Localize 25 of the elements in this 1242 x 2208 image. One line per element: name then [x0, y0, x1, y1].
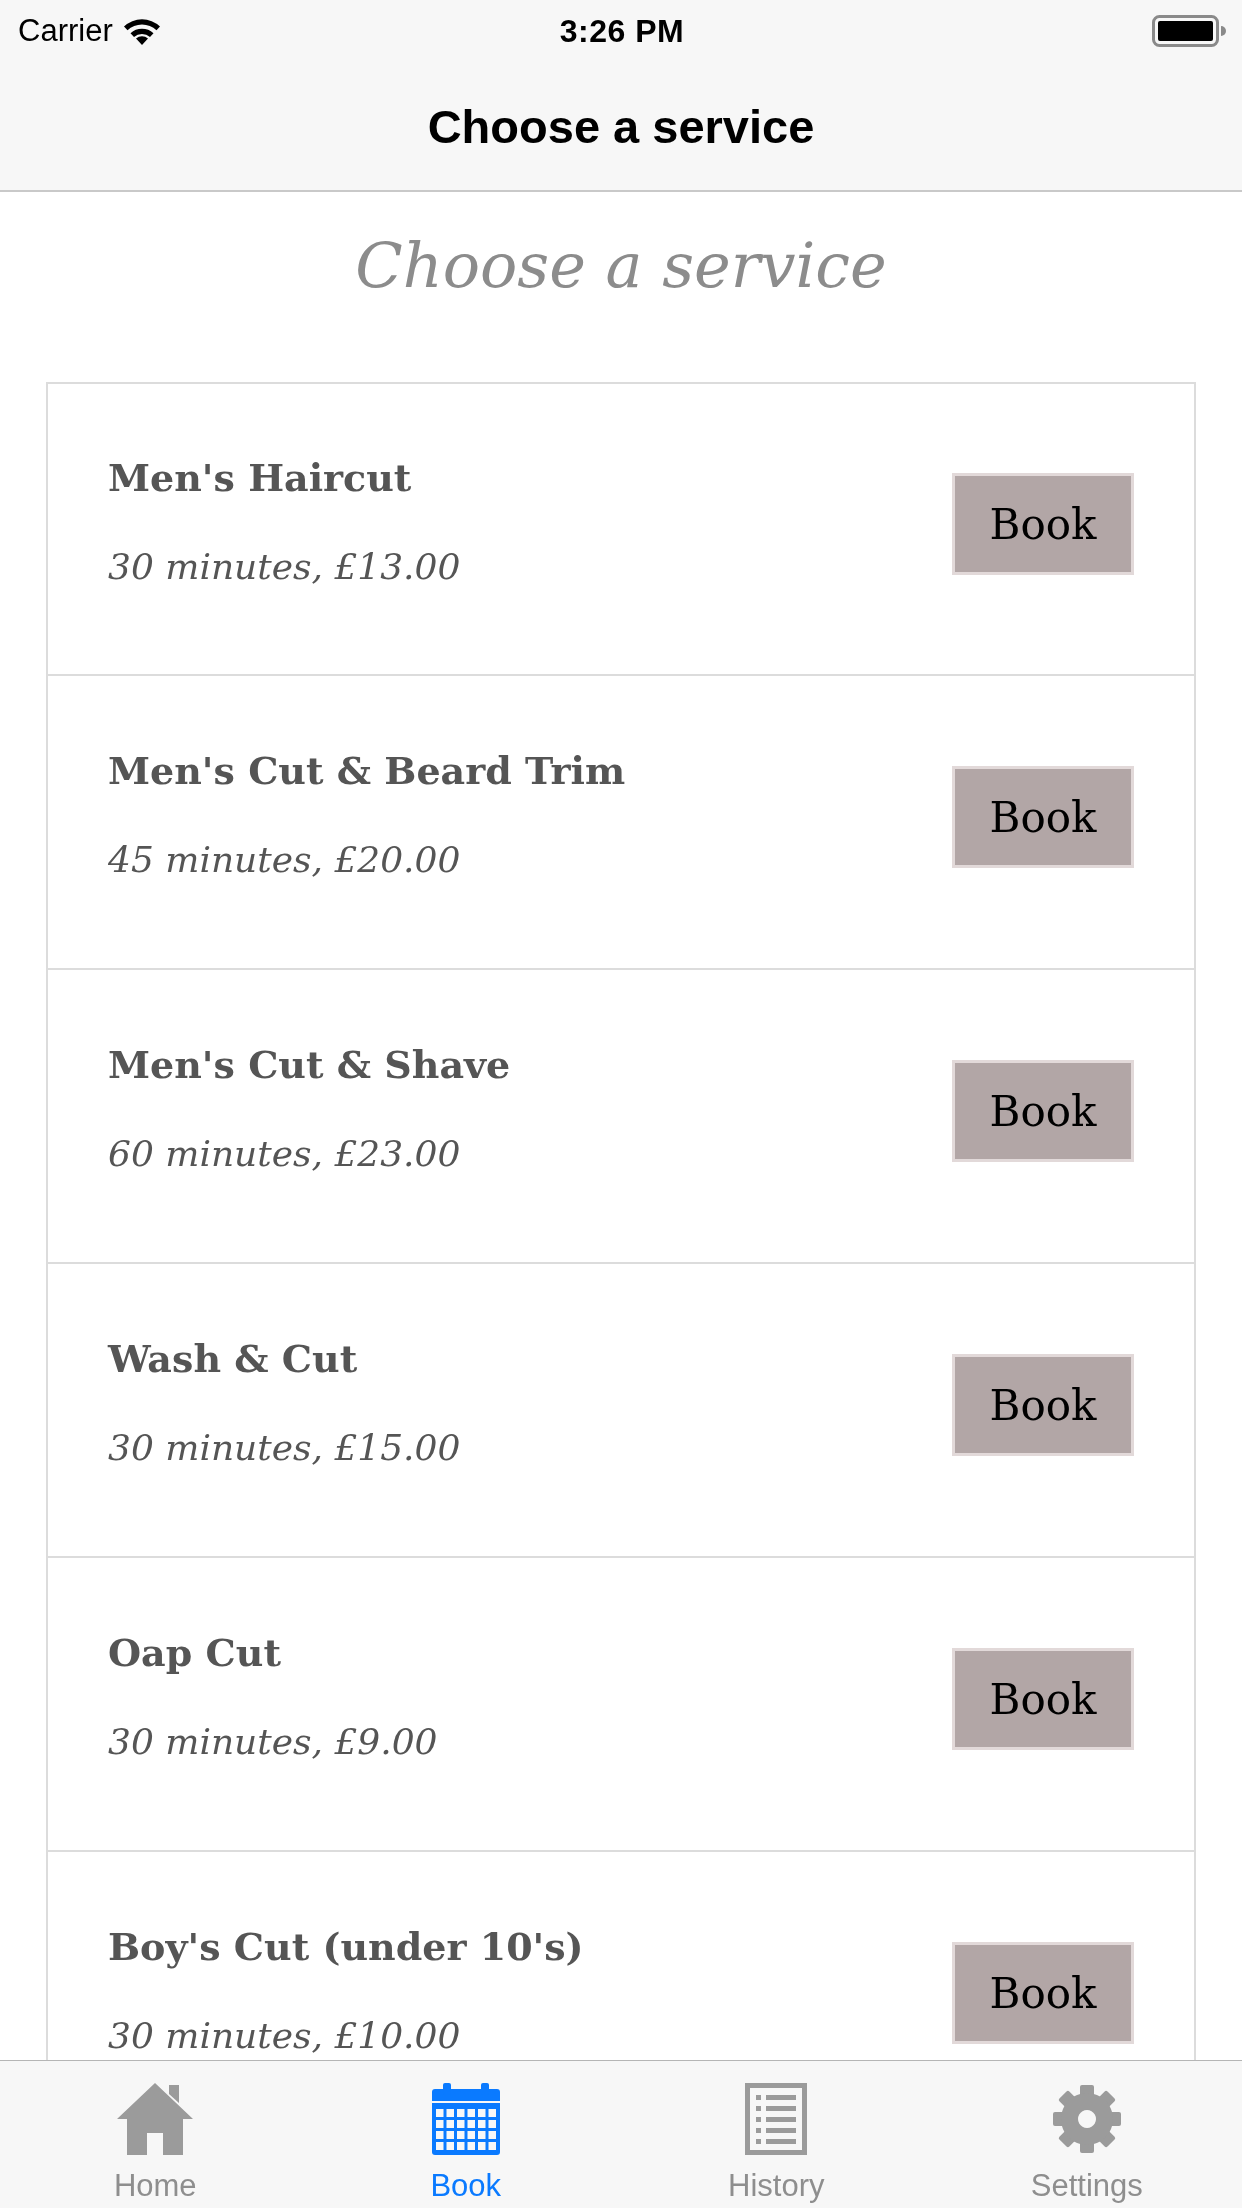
- book-button[interactable]: Book: [952, 1354, 1134, 1456]
- service-details: 45 minutes, £20.00: [108, 838, 462, 882]
- status-time: 3:26 PM: [559, 12, 685, 50]
- service-name: Men's Haircut: [108, 454, 413, 502]
- nav-title: Choose a service: [427, 98, 815, 154]
- tab-item[interactable]: Book: [310, 2061, 621, 2208]
- service-details: 30 minutes, £9.00: [108, 1720, 438, 1764]
- book-button[interactable]: Book: [952, 766, 1134, 868]
- book-button[interactable]: Book: [952, 1942, 1134, 2044]
- service-name: Men's Cut & Shave: [108, 1041, 511, 1089]
- carrier-label: Carrier: [18, 13, 113, 49]
- page-heading: Choose a service: [355, 228, 887, 304]
- service-details: 60 minutes, £23.00: [108, 1132, 462, 1176]
- book-button[interactable]: Book: [952, 473, 1134, 575]
- battery-icon: [1152, 15, 1226, 47]
- service-details: 30 minutes, £10.00: [108, 2014, 462, 2058]
- service-name: Men's Cut & Beard Trim: [108, 747, 626, 795]
- service-name: Oap Cut: [108, 1629, 282, 1677]
- book-button[interactable]: Book: [952, 1648, 1134, 1750]
- service-name: Boy's Cut (under 10's): [108, 1923, 584, 1971]
- service-details: 30 minutes, £13.00: [108, 545, 461, 589]
- service-details: 30 minutes, £15.00: [108, 1426, 461, 1470]
- wifi-icon: [122, 17, 161, 45]
- book-button[interactable]: Book: [952, 1060, 1134, 1162]
- service-name: Wash & Cut: [108, 1335, 359, 1383]
